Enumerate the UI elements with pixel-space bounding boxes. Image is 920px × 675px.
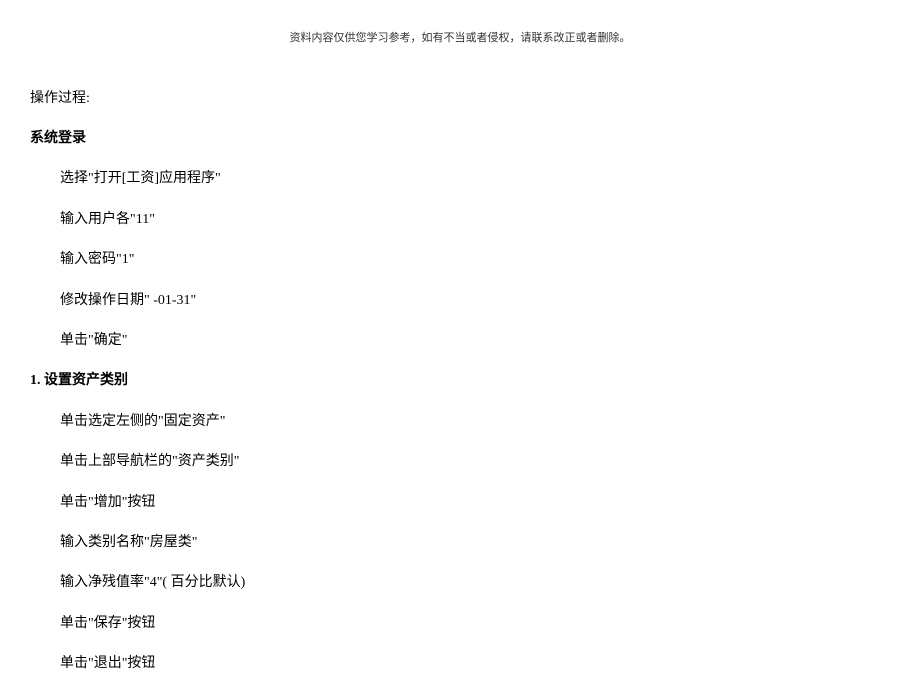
step-item: 单击"退出"按钮: [30, 653, 890, 675]
step-item: 单击"增加"按钮: [30, 492, 890, 514]
step-item: 输入密码"1": [30, 249, 890, 271]
process-title: 操作过程:: [30, 88, 890, 110]
section-asset-title: 1. 设置资产类别: [30, 370, 890, 392]
header-note: 资料内容仅供您学习参考，如有不当或者侵权，请联系改正或者删除。: [0, 0, 920, 88]
step-item: 修改操作日期" -01-31": [30, 290, 890, 312]
step-item: 选择"打开[工资]应用程序": [30, 168, 890, 190]
step-item: 单击"保存"按钮: [30, 613, 890, 635]
step-item: 单击选定左侧的"固定资产": [30, 411, 890, 433]
step-item: 输入用户各"11": [30, 209, 890, 231]
step-item: 输入净残值率"4"( 百分比默认): [30, 572, 890, 594]
document-content: 操作过程: 系统登录 选择"打开[工资]应用程序" 输入用户各"11" 输入密码…: [0, 88, 920, 675]
step-item: 输入类别名称"房屋类": [30, 532, 890, 554]
step-item: 单击上部导航栏的"资产类别": [30, 451, 890, 473]
section-login-title: 系统登录: [30, 128, 890, 150]
step-item: 单击"确定": [30, 330, 890, 352]
